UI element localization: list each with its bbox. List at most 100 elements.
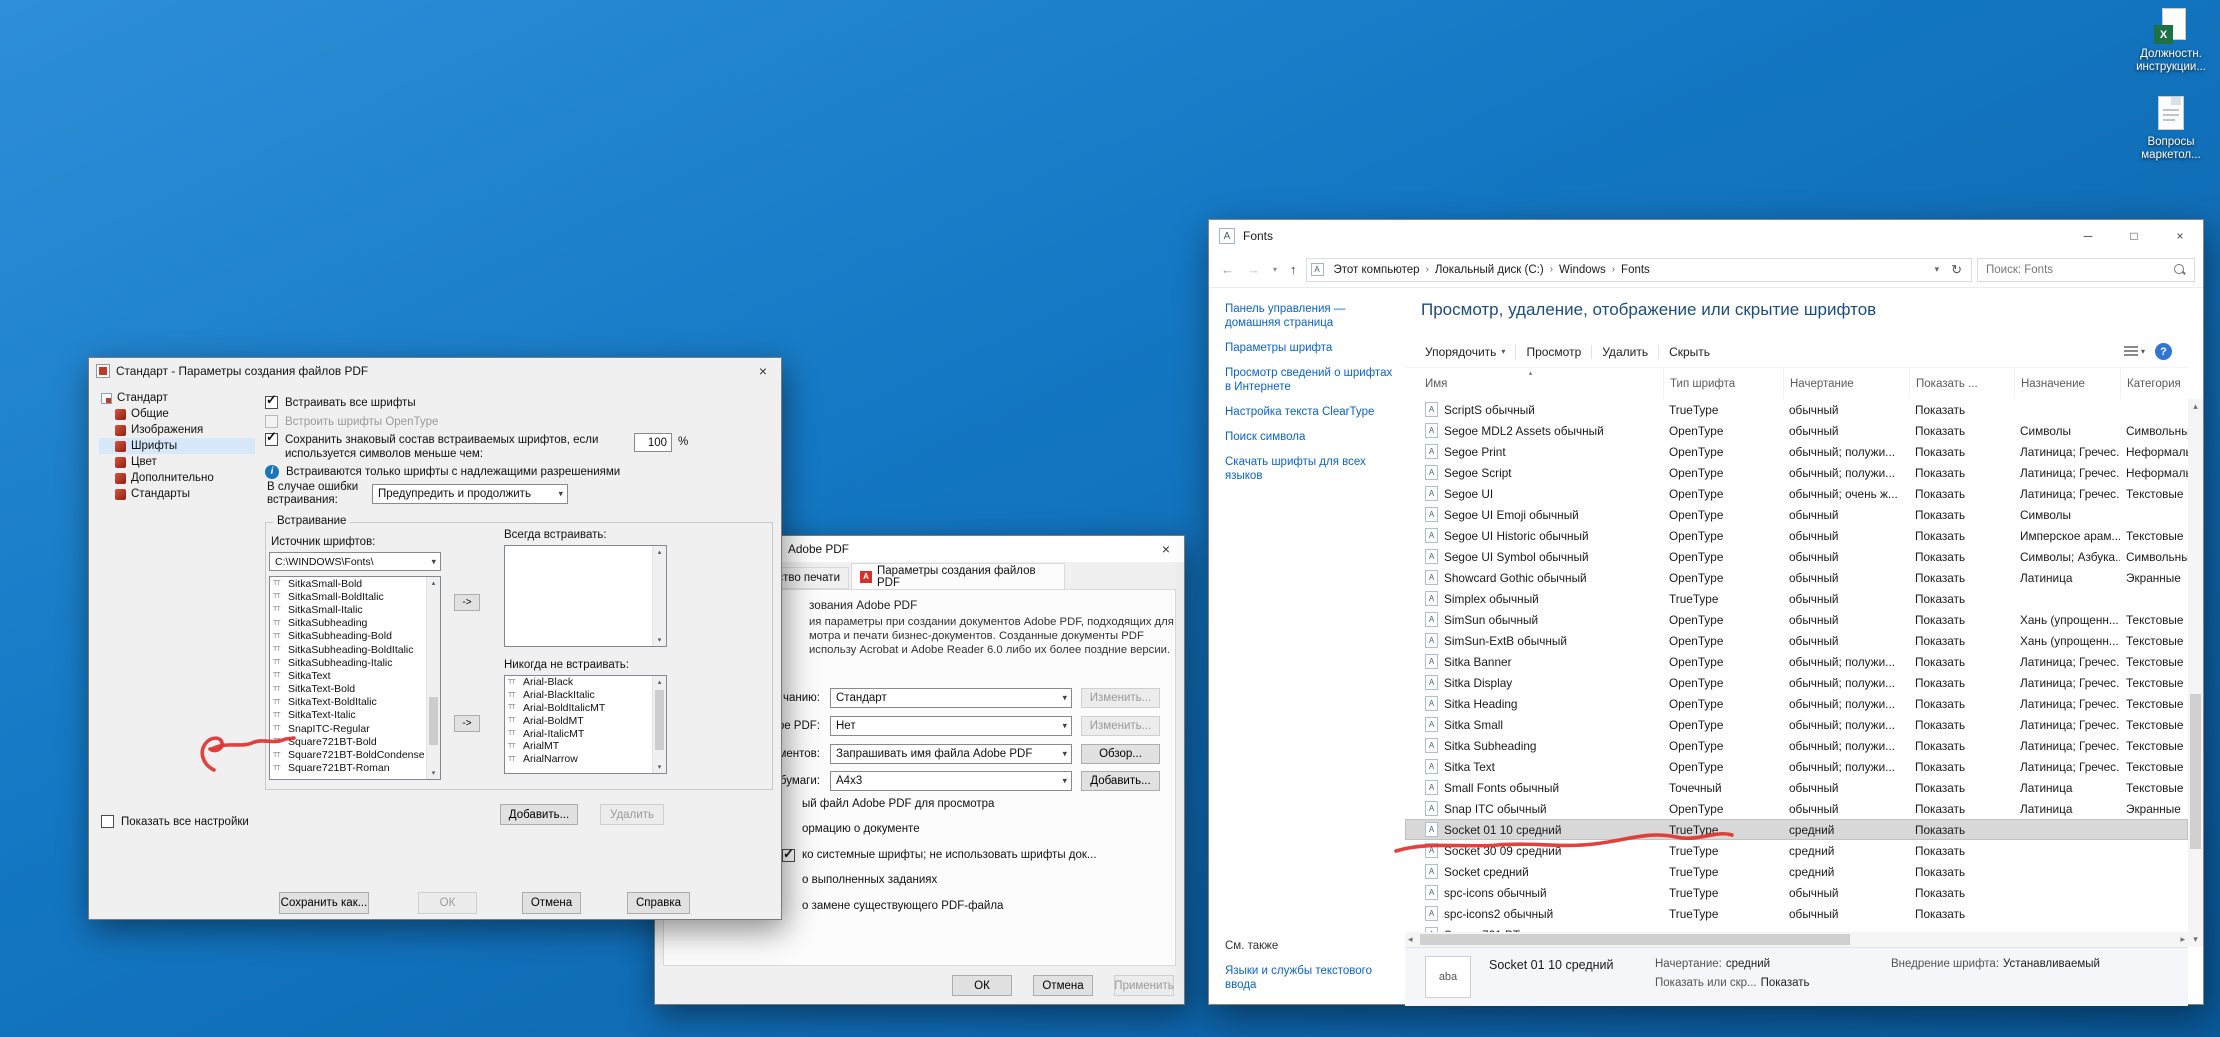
- source-font-item[interactable]: SitkaSubheading-BoldItalic: [270, 643, 440, 656]
- scroll-up-icon[interactable]: ▴: [2193, 401, 2198, 412]
- address-field[interactable]: A Этот компьютер›Локальный диск (C:)›Win…: [1306, 258, 1972, 282]
- tab-pdf-creation-settings[interactable]: Параметры создания файлов PDF: [851, 563, 1065, 589]
- font-row[interactable]: SimSun обычныйOpenTypeобычныйПоказатьХан…: [1405, 609, 2188, 630]
- font-source-list[interactable]: SitkaSmall-BoldSitkaSmall-BoldItalic Sitk…: [269, 576, 441, 780]
- scroll-up-icon[interactable]: ▴: [658, 548, 662, 556]
- refresh-icon[interactable]: ↻: [1946, 262, 1967, 278]
- sidebar-link[interactable]: Языки и службы текстового ввода: [1225, 964, 1395, 992]
- never-font-item[interactable]: Arial-BoldItalicMT: [505, 702, 666, 715]
- source-font-item[interactable]: Square721BT-Bold: [270, 735, 440, 748]
- never-font-item[interactable]: Arial-ItalicMT: [505, 727, 666, 740]
- font-row[interactable]: Showcard Gothic обычныйOpenTypeобычныйПо…: [1405, 567, 2188, 588]
- column-header[interactable]: Показать ...: [1909, 368, 2014, 399]
- font-row[interactable]: Socket 01 10 среднийTrueTypeсреднийПоказ…: [1405, 819, 2188, 840]
- sidebar-link[interactable]: Просмотр сведений о шрифтах в Интернете: [1225, 366, 1395, 394]
- subset-percent-input[interactable]: 100: [634, 433, 672, 452]
- cancel-button[interactable]: Отмена: [1033, 975, 1093, 996]
- add-button[interactable]: Добавить...: [500, 804, 578, 825]
- source-font-item[interactable]: SitkaText-BoldItalic: [270, 696, 440, 709]
- source-font-item[interactable]: SitkaText-Italic: [270, 709, 440, 722]
- always-embed-list[interactable]: ▴▾: [504, 545, 667, 647]
- source-font-item[interactable]: SitkaSmall-Bold: [270, 577, 440, 590]
- font-row[interactable]: Segoe UI Historic обычныйOpenTypeобычный…: [1405, 525, 2188, 546]
- font-row[interactable]: Segoe UI Emoji обычныйOpenTypeобычныйПок…: [1405, 504, 2188, 525]
- show-all-settings-checkbox[interactable]: [101, 815, 114, 828]
- font-row[interactable]: Small Fonts обычныйТочечныйобычныйПоказа…: [1405, 777, 2188, 798]
- font-row[interactable]: Socket среднийTrueTypeсреднийПоказать: [1405, 861, 2188, 882]
- font-row[interactable]: spc-icons обычныйTrueTypeобычныйПоказать: [1405, 882, 2188, 903]
- tree-item-стандарты[interactable]: Стандарты: [99, 486, 255, 502]
- source-font-item[interactable]: SitkaSmall-BoldItalic: [270, 590, 440, 603]
- settings-combobox[interactable]: Запрашивать имя файла Adobe PDF: [830, 744, 1072, 764]
- scroll-down-icon[interactable]: ▾: [2193, 934, 2198, 945]
- font-row[interactable]: Simplex обычныйTrueTypeобычныйПоказать: [1405, 588, 2188, 609]
- font-row[interactable]: SimSun-ExtB обычныйOpenTypeобычныйПоказа…: [1405, 630, 2188, 651]
- font-row[interactable]: Socket 30 09 среднийTrueTypeсреднийПоказ…: [1405, 840, 2188, 861]
- pdf-settings-titlebar[interactable]: Стандарт - Параметры создания файлов PDF…: [89, 358, 781, 384]
- font-row[interactable]: Segoe ScriptOpenTypeобычный; полужи...По…: [1405, 462, 2188, 483]
- font-row[interactable]: ScriptS обычныйTrueTypeобычныйПоказать: [1405, 399, 2188, 420]
- sidebar-link[interactable]: Поиск символа: [1225, 430, 1395, 444]
- scrollbar[interactable]: ▴▾: [426, 577, 440, 779]
- apply-button[interactable]: Применить: [1114, 975, 1174, 996]
- settings-row-button[interactable]: Изменить...: [1081, 716, 1160, 736]
- scroll-right-icon[interactable]: ▸: [2180, 934, 2185, 945]
- font-row[interactable]: Sitka BannerOpenTypeобычный; полужи...По…: [1405, 651, 2188, 672]
- font-row[interactable]: Square721 BT: [1405, 924, 2188, 932]
- address-dropdown-icon[interactable]: ▾: [1930, 264, 1945, 275]
- back-icon[interactable]: ←: [1217, 262, 1238, 277]
- font-row[interactable]: Segoe UI Symbol обычныйOpenTypeобычныйПо…: [1405, 546, 2188, 567]
- up-icon[interactable]: ↑: [1286, 262, 1301, 277]
- font-row[interactable]: Segoe MDL2 Assets обычныйOpenTypeобычный…: [1405, 420, 2188, 441]
- settings-row-button[interactable]: Изменить...: [1081, 688, 1160, 708]
- scroll-down-icon[interactable]: ▾: [658, 636, 662, 644]
- font-row[interactable]: Sitka DisplayOpenTypeобычный; полужи...П…: [1405, 672, 2188, 693]
- settings-row-button[interactable]: Обзор...: [1081, 744, 1160, 764]
- scroll-down-icon[interactable]: ▾: [658, 763, 662, 771]
- toolbar-button-4[interactable]: Скрыть: [1659, 345, 1720, 359]
- toolbar-button-1[interactable]: Упорядочить▾: [1415, 345, 1515, 359]
- breadcrumb-segment[interactable]: Этот компьютер: [1328, 264, 1426, 276]
- sidebar-link[interactable]: Настройка текста ClearType: [1225, 405, 1395, 419]
- desktop-icon[interactable]: XДолжностн.инструкции...: [2128, 8, 2214, 74]
- source-font-item[interactable]: Square721BT-Roman: [270, 762, 440, 775]
- source-font-item[interactable]: SitkaSubheading-Italic: [270, 656, 440, 669]
- settings-combobox[interactable]: A4x3: [830, 771, 1072, 791]
- font-row[interactable]: Segoe PrintOpenTypeобычный; полужи...Пок…: [1405, 441, 2188, 462]
- history-chevron-icon[interactable]: ▾: [1269, 265, 1281, 274]
- never-font-item[interactable]: Arial-Black: [505, 676, 666, 689]
- font-row[interactable]: Sitka SubheadingOpenTypeобычный; полужи.…: [1405, 735, 2188, 756]
- tree-item-цвет[interactable]: Цвет: [99, 454, 255, 470]
- column-header[interactable]: Назначение: [2014, 368, 2120, 399]
- source-font-item[interactable]: SitkaSubheading-Bold: [270, 630, 440, 643]
- scrollbar[interactable]: ▴▾: [652, 546, 666, 646]
- never-font-item[interactable]: Arial-BlackItalic: [505, 689, 666, 702]
- tree-item-дополнительно[interactable]: Дополнительно: [99, 470, 255, 486]
- close-icon[interactable]: ×: [1148, 536, 1184, 562]
- scrollbar-thumb[interactable]: [1420, 934, 1850, 945]
- close-icon[interactable]: ×: [745, 358, 781, 384]
- scroll-up-icon[interactable]: ▴: [432, 579, 436, 587]
- cancel-button[interactable]: Отмена: [522, 892, 581, 914]
- desktop-icon[interactable]: Вопросымаркетол...: [2128, 96, 2214, 162]
- settings-row-button[interactable]: Добавить...: [1081, 771, 1160, 791]
- scrollbar[interactable]: ▴▾: [652, 676, 666, 773]
- scroll-up-icon[interactable]: ▴: [658, 678, 662, 686]
- tree-item-шрифты[interactable]: Шрифты: [99, 438, 255, 454]
- move-to-always-button[interactable]: ->: [454, 594, 480, 611]
- embed-opentype-checkbox[interactable]: [265, 415, 278, 428]
- close-button[interactable]: ×: [2157, 220, 2203, 252]
- breadcrumb-segment[interactable]: Fonts: [1615, 264, 1656, 276]
- minimize-button[interactable]: ─: [2065, 220, 2111, 252]
- font-row[interactable]: Snap ITC обычныйOpenTypeобычныйПоказатьЛ…: [1405, 798, 2188, 819]
- sidebar-link[interactable]: Параметры шрифта: [1225, 341, 1395, 355]
- font-row[interactable]: spc-icons2 обычныйTrueTypeобычныйПоказат…: [1405, 903, 2188, 924]
- sidebar-link[interactable]: Скачать шрифты для всех языков: [1225, 455, 1395, 483]
- embed-all-fonts-checkbox[interactable]: [265, 396, 278, 409]
- source-font-item[interactable]: SitkaText: [270, 669, 440, 682]
- scroll-left-icon[interactable]: ◂: [1408, 934, 1413, 945]
- never-embed-list[interactable]: Arial-BlackArial-BlackItalicArial-BoldIt…: [504, 675, 667, 774]
- tree-item-изображения[interactable]: Изображения: [99, 422, 255, 438]
- ok-button[interactable]: ОК: [952, 975, 1012, 996]
- column-header[interactable]: Тип шрифта: [1663, 368, 1783, 399]
